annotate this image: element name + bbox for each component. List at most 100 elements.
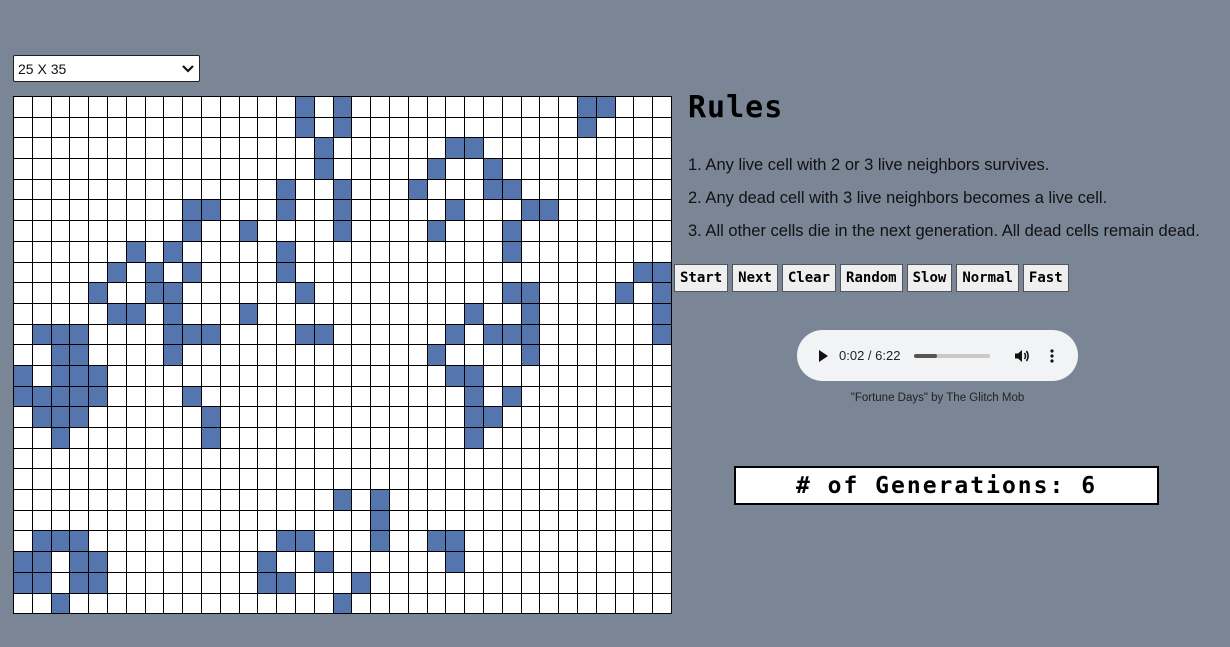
grid-cell[interactable] — [465, 448, 484, 470]
grid-cell[interactable] — [559, 572, 578, 594]
grid-cell[interactable] — [333, 531, 353, 553]
grid-cell-alive[interactable] — [89, 365, 108, 387]
grid-cell[interactable] — [220, 200, 240, 222]
grid-cell[interactable] — [540, 448, 560, 470]
grid-cell[interactable] — [14, 448, 33, 470]
grid-cell[interactable] — [14, 510, 33, 532]
grid-cell[interactable] — [502, 303, 522, 325]
grid-cell[interactable] — [446, 221, 466, 242]
grid-cell-alive[interactable] — [277, 241, 296, 263]
grid-cell[interactable] — [596, 303, 616, 325]
grid-cell[interactable] — [540, 262, 560, 284]
grid-cell[interactable] — [352, 593, 372, 615]
grid-cell[interactable] — [559, 241, 578, 263]
grid-cell[interactable] — [521, 407, 541, 428]
grid-cell[interactable] — [371, 324, 390, 346]
grid-cell-alive[interactable] — [164, 303, 184, 325]
grid-cell[interactable] — [521, 138, 541, 160]
grid-cell[interactable] — [32, 365, 52, 387]
grid-cell[interactable] — [314, 283, 334, 304]
grid-cell[interactable] — [483, 221, 503, 242]
grid-cell[interactable] — [14, 428, 33, 449]
grid-cell[interactable] — [634, 510, 654, 532]
grid-cell-alive[interactable] — [521, 345, 541, 366]
grid-cell[interactable] — [483, 386, 503, 408]
grid-cell[interactable] — [521, 262, 541, 284]
grid-cell[interactable] — [126, 552, 146, 573]
grid-cell[interactable] — [577, 552, 597, 573]
grid-cell[interactable] — [596, 593, 616, 615]
grid-cell[interactable] — [653, 531, 672, 553]
grid-cell-alive[interactable] — [465, 428, 484, 449]
grid-cell[interactable] — [389, 407, 409, 428]
grid-cell-alive[interactable] — [107, 262, 127, 284]
start-button[interactable]: Start — [674, 264, 729, 292]
grid-cell[interactable] — [89, 200, 108, 222]
grid-cell[interactable] — [239, 324, 259, 346]
grid-cell[interactable] — [277, 593, 296, 615]
grid-cell[interactable] — [239, 552, 259, 573]
grid-cell[interactable] — [277, 428, 296, 449]
grid-cell[interactable] — [70, 593, 90, 615]
grid-cell[interactable] — [577, 593, 597, 615]
grid-cell[interactable] — [427, 407, 447, 428]
grid-cell[interactable] — [201, 531, 221, 553]
grid-cell-alive[interactable] — [258, 572, 278, 594]
grid-cell-alive[interactable] — [70, 531, 90, 553]
grid-cell[interactable] — [14, 324, 33, 346]
grid-cell[interactable] — [295, 241, 315, 263]
grid-cell[interactable] — [502, 407, 522, 428]
grid-cell[interactable] — [89, 531, 108, 553]
grid-cell[interactable] — [295, 510, 315, 532]
grid-cell[interactable] — [577, 221, 597, 242]
grid-cell-alive[interactable] — [653, 303, 672, 325]
grid-cell-alive[interactable] — [521, 324, 541, 346]
grid-cell[interactable] — [32, 159, 52, 180]
grid-cell[interactable] — [559, 117, 578, 139]
grid-cell[interactable] — [371, 117, 390, 139]
grid-cell[interactable] — [32, 138, 52, 160]
grid-cell-alive[interactable] — [483, 179, 503, 201]
grid-cell[interactable] — [502, 345, 522, 366]
grid-cell[interactable] — [483, 552, 503, 573]
grid-cell[interactable] — [427, 200, 447, 222]
grid-cell-alive[interactable] — [314, 324, 334, 346]
grid-cell[interactable] — [427, 97, 447, 118]
grid-cell[interactable] — [540, 365, 560, 387]
grid-cell[interactable] — [126, 97, 146, 118]
grid-cell[interactable] — [145, 324, 165, 346]
grid-cell[interactable] — [352, 345, 372, 366]
grid-cell[interactable] — [183, 407, 202, 428]
grid-cell[interactable] — [446, 97, 466, 118]
grid-cell[interactable] — [32, 345, 52, 366]
grid-cell[interactable] — [389, 262, 409, 284]
grid-cell-alive[interactable] — [446, 324, 466, 346]
grid-cell[interactable] — [145, 428, 165, 449]
grid-cell[interactable] — [32, 221, 52, 242]
grid-cell-alive[interactable] — [183, 386, 202, 408]
grid-cell[interactable] — [333, 283, 353, 304]
grid-cell[interactable] — [32, 448, 52, 470]
grid-cell[interactable] — [389, 117, 409, 139]
grid-cell[interactable] — [389, 324, 409, 346]
grid-cell[interactable] — [483, 138, 503, 160]
grid-cell[interactable] — [615, 386, 635, 408]
grid-cell[interactable] — [14, 159, 33, 180]
grid-cell[interactable] — [596, 386, 616, 408]
grid-cell[interactable] — [295, 407, 315, 428]
grid-cell[interactable] — [70, 469, 90, 491]
grid-cell[interactable] — [559, 221, 578, 242]
grid-cell[interactable] — [559, 593, 578, 615]
grid-cell[interactable] — [107, 552, 127, 573]
grid-cell-alive[interactable] — [446, 365, 466, 387]
grid-cell[interactable] — [333, 469, 353, 491]
grid-cell[interactable] — [314, 262, 334, 284]
grid-cell[interactable] — [220, 303, 240, 325]
grid-cell[interactable] — [483, 448, 503, 470]
fast-button[interactable]: Fast — [1022, 264, 1069, 292]
grid-cell[interactable] — [634, 572, 654, 594]
grid-cell[interactable] — [14, 469, 33, 491]
grid-cell[interactable] — [596, 552, 616, 573]
grid-cell[interactable] — [559, 179, 578, 201]
grid-cell[interactable] — [126, 448, 146, 470]
